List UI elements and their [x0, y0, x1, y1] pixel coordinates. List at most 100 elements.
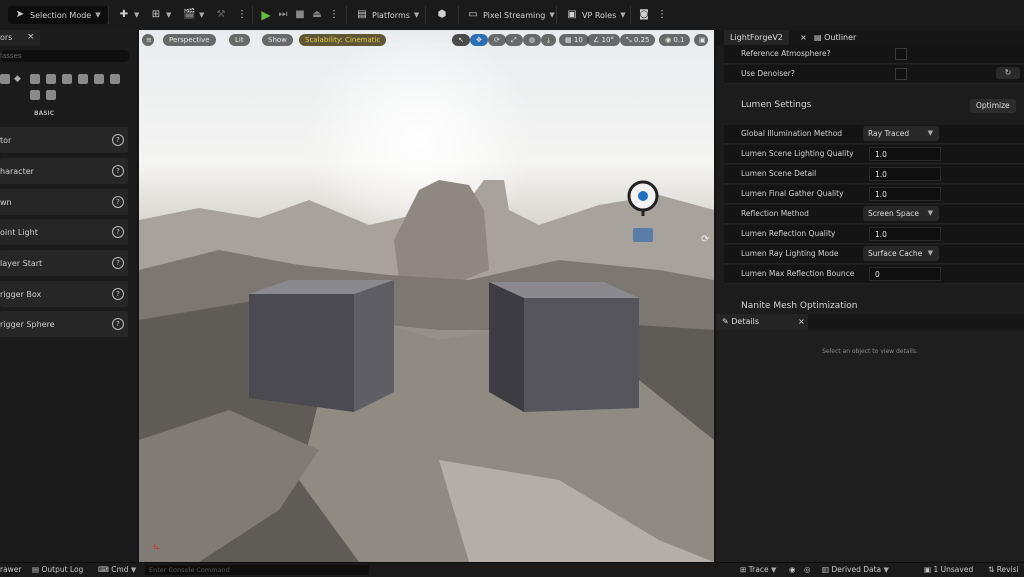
selection-mode-dropdown[interactable]: ➤ Selection Mode ▼: [8, 6, 108, 24]
help-icon[interactable]: ?: [112, 134, 124, 146]
reflection-capture-icon[interactable]: ⟳: [701, 234, 709, 245]
scale-tool[interactable]: ⤢: [505, 34, 523, 46]
reference-atmosphere-checkbox[interactable]: [895, 48, 907, 60]
pixel-streaming-dropdown[interactable]: ▭ Pixel Streaming ▼: [467, 6, 555, 24]
translate-tool[interactable]: ✥: [470, 34, 488, 46]
help-icon[interactable]: ?: [112, 288, 124, 300]
tab-outliner[interactable]: ▤ Outliner: [808, 30, 862, 46]
camera-speed-button[interactable]: ◉ 0.1: [659, 34, 691, 46]
play-button[interactable]: ▶: [260, 6, 272, 24]
all-classes-icon[interactable]: [30, 90, 40, 100]
search-input[interactable]: lasses: [0, 50, 130, 62]
lit-button[interactable]: Lit: [229, 34, 250, 46]
help-icon[interactable]: ?: [112, 318, 124, 330]
reflection-quality-field[interactable]: 1.0: [869, 227, 941, 241]
help-icon[interactable]: ?: [112, 196, 124, 208]
reset-icon[interactable]: ↻: [996, 67, 1020, 79]
help-icon[interactable]: ?: [112, 226, 124, 238]
show-button[interactable]: Show: [262, 34, 293, 46]
stop-button[interactable]: ■: [294, 6, 306, 24]
camera-actor-icon[interactable]: [633, 228, 653, 242]
revision-control-button[interactable]: ⇅ Revisi: [988, 563, 1019, 577]
ray-lighting-mode-dropdown[interactable]: Surface Cache ▼: [863, 246, 939, 261]
level-viewport[interactable]: ⟳ ≡ Perspective Lit Show Scalability: Ci…: [139, 30, 714, 562]
item-label: layer Start: [0, 258, 43, 268]
property-row: Lumen Final Gather Quality 1.0: [724, 185, 1024, 204]
list-item[interactable]: layer Start?: [0, 250, 128, 276]
world-local-toggle[interactable]: ◍: [523, 34, 542, 46]
settings-button[interactable]: ⬢: [436, 6, 448, 24]
toolbar-divider: [346, 6, 347, 24]
close-icon[interactable]: ×: [27, 32, 35, 42]
recent-icon[interactable]: [0, 74, 10, 84]
list-item[interactable]: tor?: [0, 127, 128, 153]
vp-roles-dropdown[interactable]: ▣ VP Roles ▼: [566, 6, 625, 24]
add-content-button[interactable]: ✚ ▼: [118, 6, 140, 24]
volumes-icon[interactable]: [110, 74, 120, 84]
cube-mesh-left[interactable]: [244, 280, 404, 415]
help-icon[interactable]: ?: [112, 257, 124, 269]
insights-icon[interactable]: ◎: [804, 563, 811, 577]
content-drawer-button[interactable]: rawer: [0, 563, 22, 577]
list-item[interactable]: oint Light?: [0, 219, 128, 245]
directional-light-gizmo[interactable]: [625, 178, 661, 218]
visual-effects-icon[interactable]: [78, 74, 88, 84]
save-icon: ▣: [924, 565, 932, 574]
help-icon[interactable]: ?: [112, 165, 124, 177]
perspective-button[interactable]: Perspective: [163, 34, 216, 46]
rotation-snap-button[interactable]: ∠ 10°: [587, 34, 620, 46]
unsaved-button[interactable]: ▣ 1 Unsaved: [924, 563, 973, 577]
geometry-icon[interactable]: [94, 74, 104, 84]
use-denoiser-checkbox[interactable]: [895, 68, 907, 80]
more-vertical-icon: ⋮: [657, 9, 667, 20]
cmd-dropdown[interactable]: ⌨ Cmd ▼: [98, 563, 136, 577]
cinematic-icon[interactable]: [62, 74, 72, 84]
derived-data-dropdown[interactable]: ▥ Derived Data ▼: [822, 563, 889, 577]
trace-dropdown[interactable]: ⊞ Trace ▼: [740, 563, 776, 577]
add-actor-icon: ✚: [119, 9, 129, 20]
step-button[interactable]: ⏭: [277, 6, 289, 24]
output-log-button[interactable]: ▤ Output Log: [32, 563, 83, 577]
camera-button[interactable]: ◙: [638, 6, 650, 24]
list-item[interactable]: wn?: [0, 189, 128, 215]
scalability-badge[interactable]: Scalability: Cinematic: [299, 34, 387, 46]
list-item[interactable]: rigger Sphere?: [0, 311, 128, 337]
rotate-tool[interactable]: ⟳: [488, 34, 506, 46]
cube-mesh-right[interactable]: [484, 282, 644, 417]
more-options-button[interactable]: ⋮: [236, 6, 248, 24]
property-label: Lumen Max Reflection Bounce: [741, 269, 855, 278]
select-tool[interactable]: ↖: [452, 34, 470, 46]
trace-icon: ⊞: [740, 565, 747, 574]
cinematics-button[interactable]: 🎬 ▼: [183, 6, 204, 24]
surface-snap-button[interactable]: ⤓: [541, 34, 557, 46]
list-item[interactable]: rigger Box?: [0, 281, 128, 307]
list-item[interactable]: haracter?: [0, 158, 128, 184]
maximize-viewport-button[interactable]: ▣: [694, 34, 708, 46]
optimize-button[interactable]: Optimize: [970, 99, 1016, 113]
platforms-dropdown[interactable]: ▤ Platforms ▼: [356, 6, 419, 24]
blueprints-button[interactable]: ⊞ ▼: [150, 6, 172, 24]
basic-icon[interactable]: ◆: [14, 74, 24, 84]
shapes-icon[interactable]: [46, 74, 56, 84]
max-reflection-bounce-field[interactable]: 0: [869, 267, 941, 281]
overflow-button[interactable]: ⋮: [656, 6, 668, 24]
gi-method-dropdown[interactable]: Ray Traced ▼: [863, 126, 939, 141]
more-categories-icon[interactable]: [46, 90, 56, 100]
close-icon[interactable]: ×: [792, 314, 811, 330]
tab-lightforge[interactable]: LightForgeV2: [724, 30, 789, 46]
final-gather-quality-field[interactable]: 1.0: [869, 187, 941, 201]
lights-icon[interactable]: [30, 74, 40, 84]
terminal-icon: ⌨: [98, 565, 109, 574]
scale-snap-button[interactable]: ⤡ 0.25: [620, 34, 656, 46]
viewport-menu-button[interactable]: ≡: [142, 34, 154, 46]
console-input[interactable]: Enter Console Command: [145, 565, 369, 575]
derived-data-icon: ▥: [822, 565, 830, 574]
grid-snap-button[interactable]: ▦ 10: [559, 34, 589, 46]
scene-detail-field[interactable]: 1.0: [869, 167, 941, 181]
eject-button[interactable]: ⏏: [311, 6, 323, 24]
record-icon[interactable]: ◉: [789, 563, 796, 577]
build-button[interactable]: ⚒: [215, 6, 227, 24]
scene-lighting-quality-field[interactable]: 1.0: [869, 147, 941, 161]
play-options-button[interactable]: ⋮: [328, 6, 340, 24]
reflection-method-dropdown[interactable]: Screen Space ▼: [863, 206, 939, 221]
